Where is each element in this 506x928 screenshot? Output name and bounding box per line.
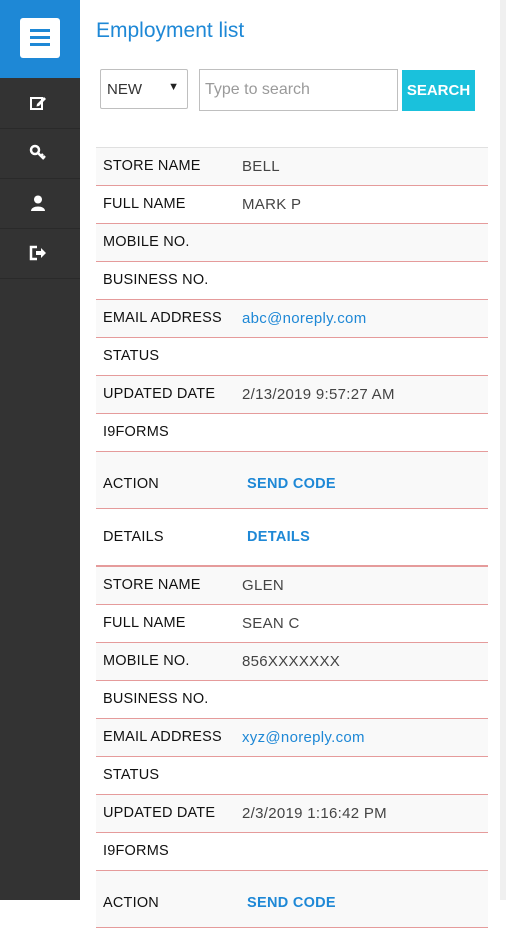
full-name-value: SEAN C [242, 615, 300, 632]
updated-date-value: 2/13/2019 9:57:27 AM [242, 386, 395, 403]
sidebar-item-key[interactable] [0, 128, 80, 179]
store-name-value: BELL [242, 158, 280, 175]
search-button[interactable]: SEARCH [402, 70, 475, 111]
status-filter-select[interactable]: NEW ▼ [100, 69, 188, 109]
field-label: MOBILE NO. [103, 234, 190, 250]
record-row-business-no: BUSINESS NO. [96, 681, 488, 719]
store-name-value: GLEN [242, 577, 285, 594]
mobile-no-value: 856XXXXXXX [242, 653, 341, 670]
record-row-business-no: BUSINESS NO. [96, 262, 488, 300]
field-label: STATUS [103, 348, 160, 364]
record-row-full-name: FULL NAME MARK P [96, 186, 488, 224]
sidebar-item-edit[interactable] [0, 78, 80, 129]
field-label: MOBILE NO. [103, 653, 190, 669]
edit-icon [30, 97, 46, 110]
field-label: FULL NAME [103, 196, 186, 212]
sidebar-item-user[interactable] [0, 178, 80, 229]
field-label: EMAIL ADDRESS [103, 729, 222, 745]
sidebar-item-logout[interactable] [0, 228, 80, 279]
field-label: STORE NAME [103, 577, 201, 593]
email-link[interactable]: abc@noreply.com [242, 310, 367, 327]
menu-header [0, 0, 80, 78]
record-row-email: EMAIL ADDRESS xyz@noreply.com [96, 719, 488, 757]
record-row-status: STATUS [96, 757, 488, 795]
user-icon [31, 195, 45, 211]
field-label: EMAIL ADDRESS [103, 310, 222, 326]
key-icon [29, 144, 46, 160]
send-code-link[interactable]: SEND CODE [247, 476, 336, 492]
details-link[interactable]: DETAILS [247, 529, 310, 545]
logout-icon [29, 245, 46, 261]
record-row-mobile-no: MOBILE NO. [96, 224, 488, 262]
field-label: STORE NAME [103, 158, 201, 174]
employment-records: STORE NAME BELL FULL NAME MARK P MOBILE … [96, 147, 488, 928]
hamburger-icon [30, 29, 50, 32]
scroll-edge [500, 0, 506, 900]
record-row-store-name: STORE NAME GLEN [96, 567, 488, 605]
record-row-details: DETAILS DETAILS [96, 509, 488, 567]
field-label: UPDATED DATE [103, 386, 216, 402]
field-label: I9FORMS [103, 843, 169, 859]
field-label: ACTION [103, 476, 159, 492]
field-label: BUSINESS NO. [103, 272, 209, 288]
send-code-link[interactable]: SEND CODE [247, 895, 336, 911]
search-input[interactable] [199, 69, 398, 111]
record-row-mobile-no: MOBILE NO. 856XXXXXXX [96, 643, 488, 681]
updated-date-value: 2/3/2019 1:16:42 PM [242, 805, 387, 822]
hamburger-menu-button[interactable] [20, 18, 60, 58]
field-label: I9FORMS [103, 424, 169, 440]
field-label: UPDATED DATE [103, 805, 216, 821]
record-row-updated-date: UPDATED DATE 2/13/2019 9:57:27 AM [96, 376, 488, 414]
record-row-action: ACTION SEND CODE [96, 452, 488, 509]
field-label: DETAILS [103, 529, 164, 545]
status-filter-value: NEW [107, 81, 142, 98]
record-row-email: EMAIL ADDRESS abc@noreply.com [96, 300, 488, 338]
field-label: BUSINESS NO. [103, 691, 209, 707]
sidebar [0, 0, 80, 900]
field-label: FULL NAME [103, 615, 186, 631]
record-row-i9forms: I9FORMS [96, 414, 488, 452]
page-title: Employment list [96, 19, 245, 42]
record-row-i9forms: I9FORMS [96, 833, 488, 871]
field-label: ACTION [103, 895, 159, 911]
chevron-down-icon: ▼ [168, 81, 179, 93]
record-row-store-name: STORE NAME BELL [96, 147, 488, 186]
full-name-value: MARK P [242, 196, 302, 213]
field-label: STATUS [103, 767, 160, 783]
record-row-full-name: FULL NAME SEAN C [96, 605, 488, 643]
email-link[interactable]: xyz@noreply.com [242, 729, 365, 746]
record-row-status: STATUS [96, 338, 488, 376]
record-row-updated-date: UPDATED DATE 2/3/2019 1:16:42 PM [96, 795, 488, 833]
